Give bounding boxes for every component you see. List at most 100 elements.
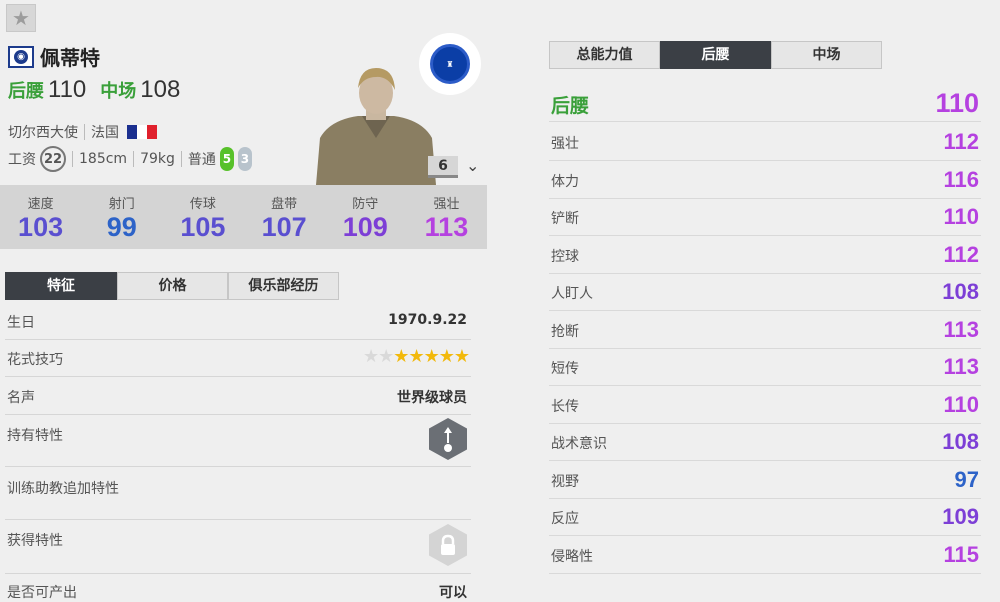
fame-value: 世界级球员: [397, 390, 467, 406]
star-filled-icon: ★: [438, 346, 455, 367]
stat-shooting: 射门 99: [81, 185, 162, 249]
skill-moves-label: 花式技巧: [7, 352, 63, 368]
body-type: 普通: [187, 152, 216, 168]
attribute-row: 战术意识 108: [549, 427, 981, 461]
attribute-row: 强壮 112: [549, 127, 981, 161]
tab-traits[interactable]: 特征: [5, 272, 117, 300]
detail-row-fame: 名声 世界级球员: [5, 387, 471, 415]
attribute-label: 侵略性: [551, 548, 593, 565]
attribute-header-label: 后腰: [551, 95, 590, 117]
player-photo: [316, 60, 436, 185]
attribute-value: 108: [942, 279, 979, 304]
attribute-value: 115: [943, 541, 980, 567]
trait-shot-icon[interactable]: [429, 418, 467, 460]
star-filled-icon: ★: [453, 346, 470, 367]
fame-label: 名声: [7, 390, 35, 406]
stat-physical: 强壮 113: [406, 185, 487, 249]
wage-label: 工资: [8, 152, 36, 168]
divider: [180, 151, 182, 167]
star-filled-icon: ★: [393, 346, 409, 367]
attribute-value: 112: [943, 129, 980, 154]
tab-cdm[interactable]: 后腰: [660, 41, 771, 69]
attribute-label: 反应: [551, 511, 579, 527]
left-foot-badge: 5: [219, 147, 234, 171]
attribute-value: 108: [942, 429, 979, 454]
tab-cm[interactable]: 中场: [771, 41, 882, 69]
divider: [133, 151, 135, 167]
attribute-label: 强壮: [551, 136, 579, 152]
attribute-label: 视野: [551, 473, 579, 490]
lock-icon[interactable]: [429, 524, 467, 566]
stat-label: 射门: [108, 197, 135, 212]
attribute-row: 铲断 110: [549, 202, 981, 236]
attribute-row: 体力 116: [549, 165, 981, 199]
attribute-value: 113: [943, 354, 980, 379]
favorite-star-button[interactable]: ★: [6, 4, 36, 32]
traits-label: 持有特性: [7, 428, 63, 444]
attribute-header-value: 110: [935, 88, 979, 118]
attribute-value: 110: [943, 204, 980, 229]
attribute-label: 人盯人: [551, 286, 593, 302]
enhance-level-badge[interactable]: 6: [428, 156, 458, 178]
stat-value: 109: [342, 212, 388, 242]
stat-value: 99: [106, 212, 137, 242]
attribute-row: 抢断 113: [549, 315, 981, 349]
producible-label: 是否可产出: [7, 585, 77, 601]
stat-label: 强壮: [433, 197, 460, 212]
attribute-row: 人盯人 108: [549, 277, 981, 311]
attribute-value: 109: [942, 504, 979, 529]
wage-badge: 22: [40, 146, 66, 172]
attribute-row: 控球 112: [549, 240, 981, 274]
player-physical-info: 工资 22 185cm 79kg 普通 5 3: [8, 146, 252, 172]
player-name: 佩蒂特: [40, 46, 100, 70]
training-traits-label: 训练助教追加特性: [7, 481, 119, 497]
detail-row-training-traits: 训练助教追加特性: [5, 478, 471, 520]
stat-value: 105: [180, 212, 226, 242]
club-name: 切尔西大使: [8, 125, 78, 141]
detail-row-producible: 是否可产出 可以: [5, 582, 471, 602]
producible-value: 可以: [439, 585, 467, 601]
attribute-value: 113: [943, 316, 980, 342]
tab-overall[interactable]: 总能力值: [549, 41, 660, 69]
attribute-value: 97: [954, 466, 979, 492]
position-value: 110: [48, 76, 87, 103]
position-label: 中场: [100, 81, 137, 102]
birthday-value: 1970.9.22: [388, 312, 467, 328]
tab-price[interactable]: 价格: [117, 272, 228, 300]
attribute-label: 短传: [551, 361, 579, 377]
stat-label: 传球: [189, 197, 216, 212]
stat-defending: 防守 109: [325, 185, 406, 249]
detail-tabs: 特征 价格 俱乐部经历: [5, 272, 339, 300]
attribute-label: 控球: [551, 248, 579, 265]
france-flag-icon: [127, 125, 157, 139]
attribute-tabs: 总能力值 后腰 中场: [549, 41, 882, 69]
position-ratings: 后腰 110 中场 108: [8, 76, 194, 104]
attribute-label: 铲断: [551, 211, 579, 227]
attribute-row: 反应 109: [549, 502, 981, 536]
stat-speed: 速度 103: [0, 185, 81, 249]
acquired-traits-label: 获得特性: [7, 533, 63, 549]
tab-club-history[interactable]: 俱乐部经历: [228, 272, 339, 300]
attribute-label: 抢断: [551, 323, 579, 340]
attribute-row: 视野 97: [549, 465, 981, 499]
height: 185cm: [79, 151, 128, 167]
stat-value: 113: [424, 212, 469, 242]
nation-name: 法国: [91, 125, 119, 141]
attribute-value: 116: [943, 166, 980, 192]
stat-dribbling: 盘带 107: [244, 185, 325, 249]
stat-passing: 传球 105: [162, 185, 243, 249]
player-header: ◉ 佩蒂特: [8, 42, 100, 71]
divider: [84, 124, 85, 140]
attribute-label: 体力: [551, 173, 579, 190]
stat-value: 107: [261, 212, 307, 242]
right-foot-badge: 3: [237, 147, 252, 171]
stat-label: 防守: [352, 197, 379, 212]
stat-label: 速度: [27, 197, 54, 212]
club-logo: ♜: [419, 33, 481, 95]
attribute-label: 长传: [551, 398, 579, 415]
attribute-row: 短传 113: [549, 352, 981, 386]
position-value: 108: [140, 76, 181, 103]
chelsea-crest-icon: ♜: [430, 44, 470, 84]
star-filled-icon: ★: [408, 346, 424, 367]
chevron-down-icon[interactable]: ⌄: [466, 156, 479, 175]
